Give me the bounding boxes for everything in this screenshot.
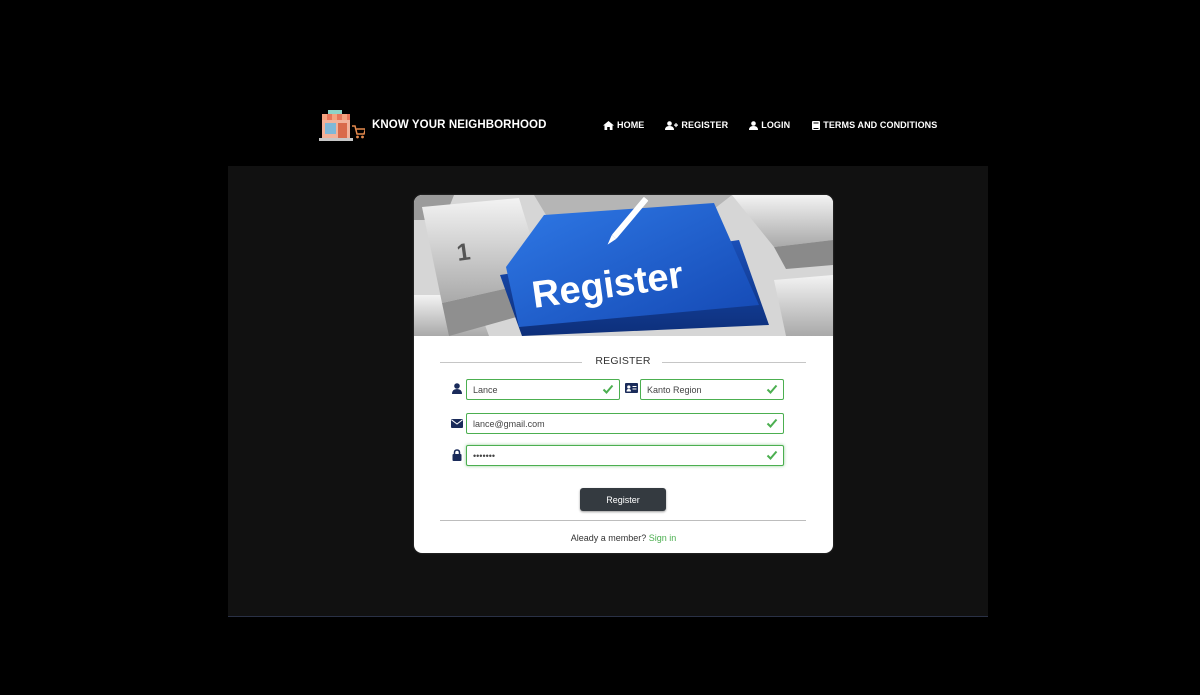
register-button[interactable]: Register	[580, 488, 666, 511]
book-icon	[812, 120, 821, 130]
nav-terms-label: TERMS AND CONDITIONS	[823, 120, 938, 130]
nav-links: HOME REGISTER LOGIN TERMS AND CONDITIONS	[603, 120, 937, 130]
region-input[interactable]	[641, 380, 783, 399]
email-field[interactable]	[466, 413, 784, 434]
nav-register-label: REGISTER	[681, 120, 729, 130]
check-icon	[766, 384, 778, 394]
nav-login[interactable]: LOGIN	[749, 120, 790, 130]
store-logo-icon	[319, 110, 367, 142]
nav-home-label: HOME	[617, 120, 645, 130]
lock-icon	[450, 448, 464, 462]
signin-prompt: Aleady a member? Sign in	[414, 533, 833, 543]
email-input[interactable]	[467, 414, 783, 433]
envelope-icon	[450, 416, 464, 430]
nav-terms[interactable]: TERMS AND CONDITIONS	[812, 120, 937, 130]
name-input[interactable]	[467, 380, 619, 399]
password-field[interactable]	[466, 445, 784, 466]
main-panel: 1 Register REGISTER Lance Kanto Region l…	[228, 166, 988, 617]
brand[interactable]: KNOW YOUR NEIGHBORHOOD	[319, 110, 546, 142]
check-icon	[602, 384, 614, 394]
nav-home[interactable]: HOME	[603, 120, 644, 130]
id-card-icon	[624, 381, 638, 395]
register-form: REGISTER Lance Kanto Region lance@gmail.…	[414, 336, 833, 553]
already-member-text: Aleady a member?	[570, 533, 647, 543]
home-icon	[603, 120, 614, 130]
name-field[interactable]	[466, 379, 620, 400]
nav-register[interactable]: REGISTER	[665, 120, 728, 130]
brand-name: KNOW YOUR NEIGHBORHOOD	[372, 119, 547, 131]
signin-link[interactable]: Sign in	[649, 533, 677, 543]
nav-login-label: LOGIN	[761, 120, 791, 130]
footer-divider	[440, 520, 806, 521]
check-icon	[766, 450, 778, 460]
region-field[interactable]	[640, 379, 784, 400]
title-divider-right	[662, 362, 806, 363]
password-input[interactable]	[467, 446, 783, 465]
form-title: REGISTER	[595, 355, 651, 367]
top-navbar: KNOW YOUR NEIGHBORHOOD HOME REGISTER LOG…	[0, 100, 1200, 152]
check-icon	[766, 418, 778, 428]
user-icon	[450, 381, 464, 395]
user-icon	[749, 120, 759, 130]
register-card: 1 Register REGISTER Lance Kanto Region l…	[414, 195, 833, 553]
user-plus-icon	[665, 120, 679, 130]
hero-keyboard-image: 1 Register	[414, 195, 833, 336]
form-title-row: REGISTER	[440, 354, 806, 370]
